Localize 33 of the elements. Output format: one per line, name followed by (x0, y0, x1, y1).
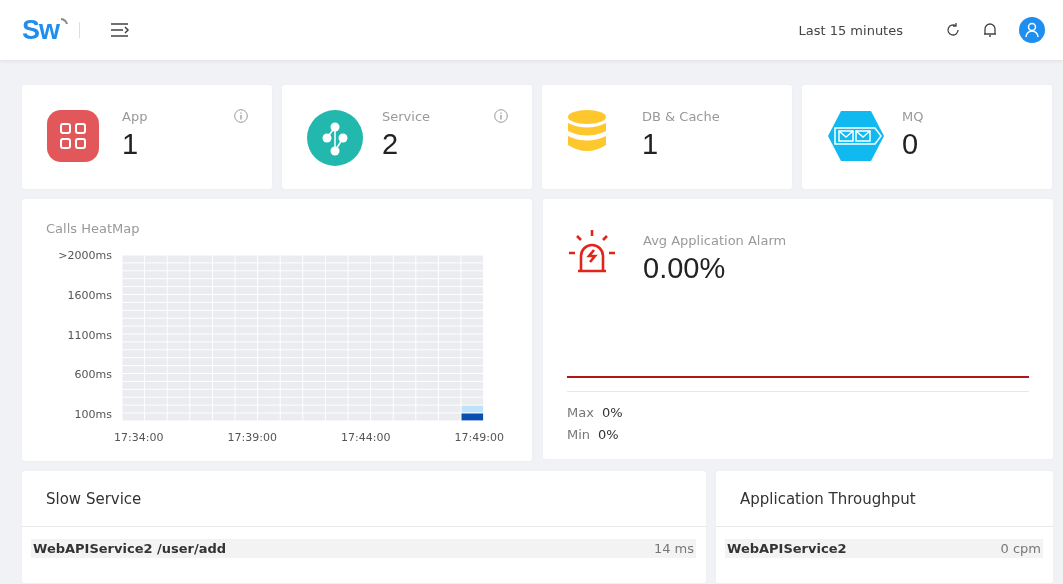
service-name: WebAPIService2 /user/add (33, 541, 227, 556)
card-title: Application Throughput (716, 471, 1053, 527)
stat-label: Max (567, 404, 594, 422)
axis-label: 17:39:00 (227, 431, 277, 444)
stat-value: 1 (642, 128, 660, 161)
card-title: Slow Service (22, 471, 706, 527)
alarm-value: 0.00% (643, 252, 727, 285)
service-name: WebAPIService2 (727, 541, 847, 556)
stat-value: 2 (382, 128, 400, 161)
list-row[interactable]: WebAPIService2 /user/add 14 ms (31, 539, 696, 558)
stat-label: Service (382, 109, 432, 124)
axis-label: 17:44:00 (341, 431, 391, 444)
metric-value: 0 cpm (1000, 541, 1041, 556)
stat-label: Min (567, 426, 591, 444)
axis-label: 1100ms (67, 328, 112, 342)
list-row[interactable]: WebAPIService2 0 cpm (725, 539, 1043, 558)
card-title: Avg Application Alarm (643, 233, 788, 248)
axis-label: 600ms (74, 368, 112, 382)
axis-label: 100ms (74, 408, 112, 421)
axis-label: >2000ms (58, 249, 112, 262)
stat-label: DB & Cache (642, 109, 721, 124)
stat-value: 0% (601, 404, 623, 422)
metric-value: 14 ms (653, 541, 694, 556)
stat-value: 0 (902, 128, 920, 161)
axis-label: 17:34:00 (114, 431, 164, 444)
stat-label: App (122, 109, 149, 124)
stat-value: 1 (122, 128, 140, 161)
time-range-link[interactable]: Last 15 minutes (798, 22, 903, 38)
card-title: Calls HeatMap (46, 221, 141, 236)
axis-label: 1600ms (67, 288, 112, 302)
stat-value: 0% (598, 426, 619, 444)
stat-label: MQ (902, 109, 925, 124)
axis-label: 17:49:00 (454, 431, 504, 444)
